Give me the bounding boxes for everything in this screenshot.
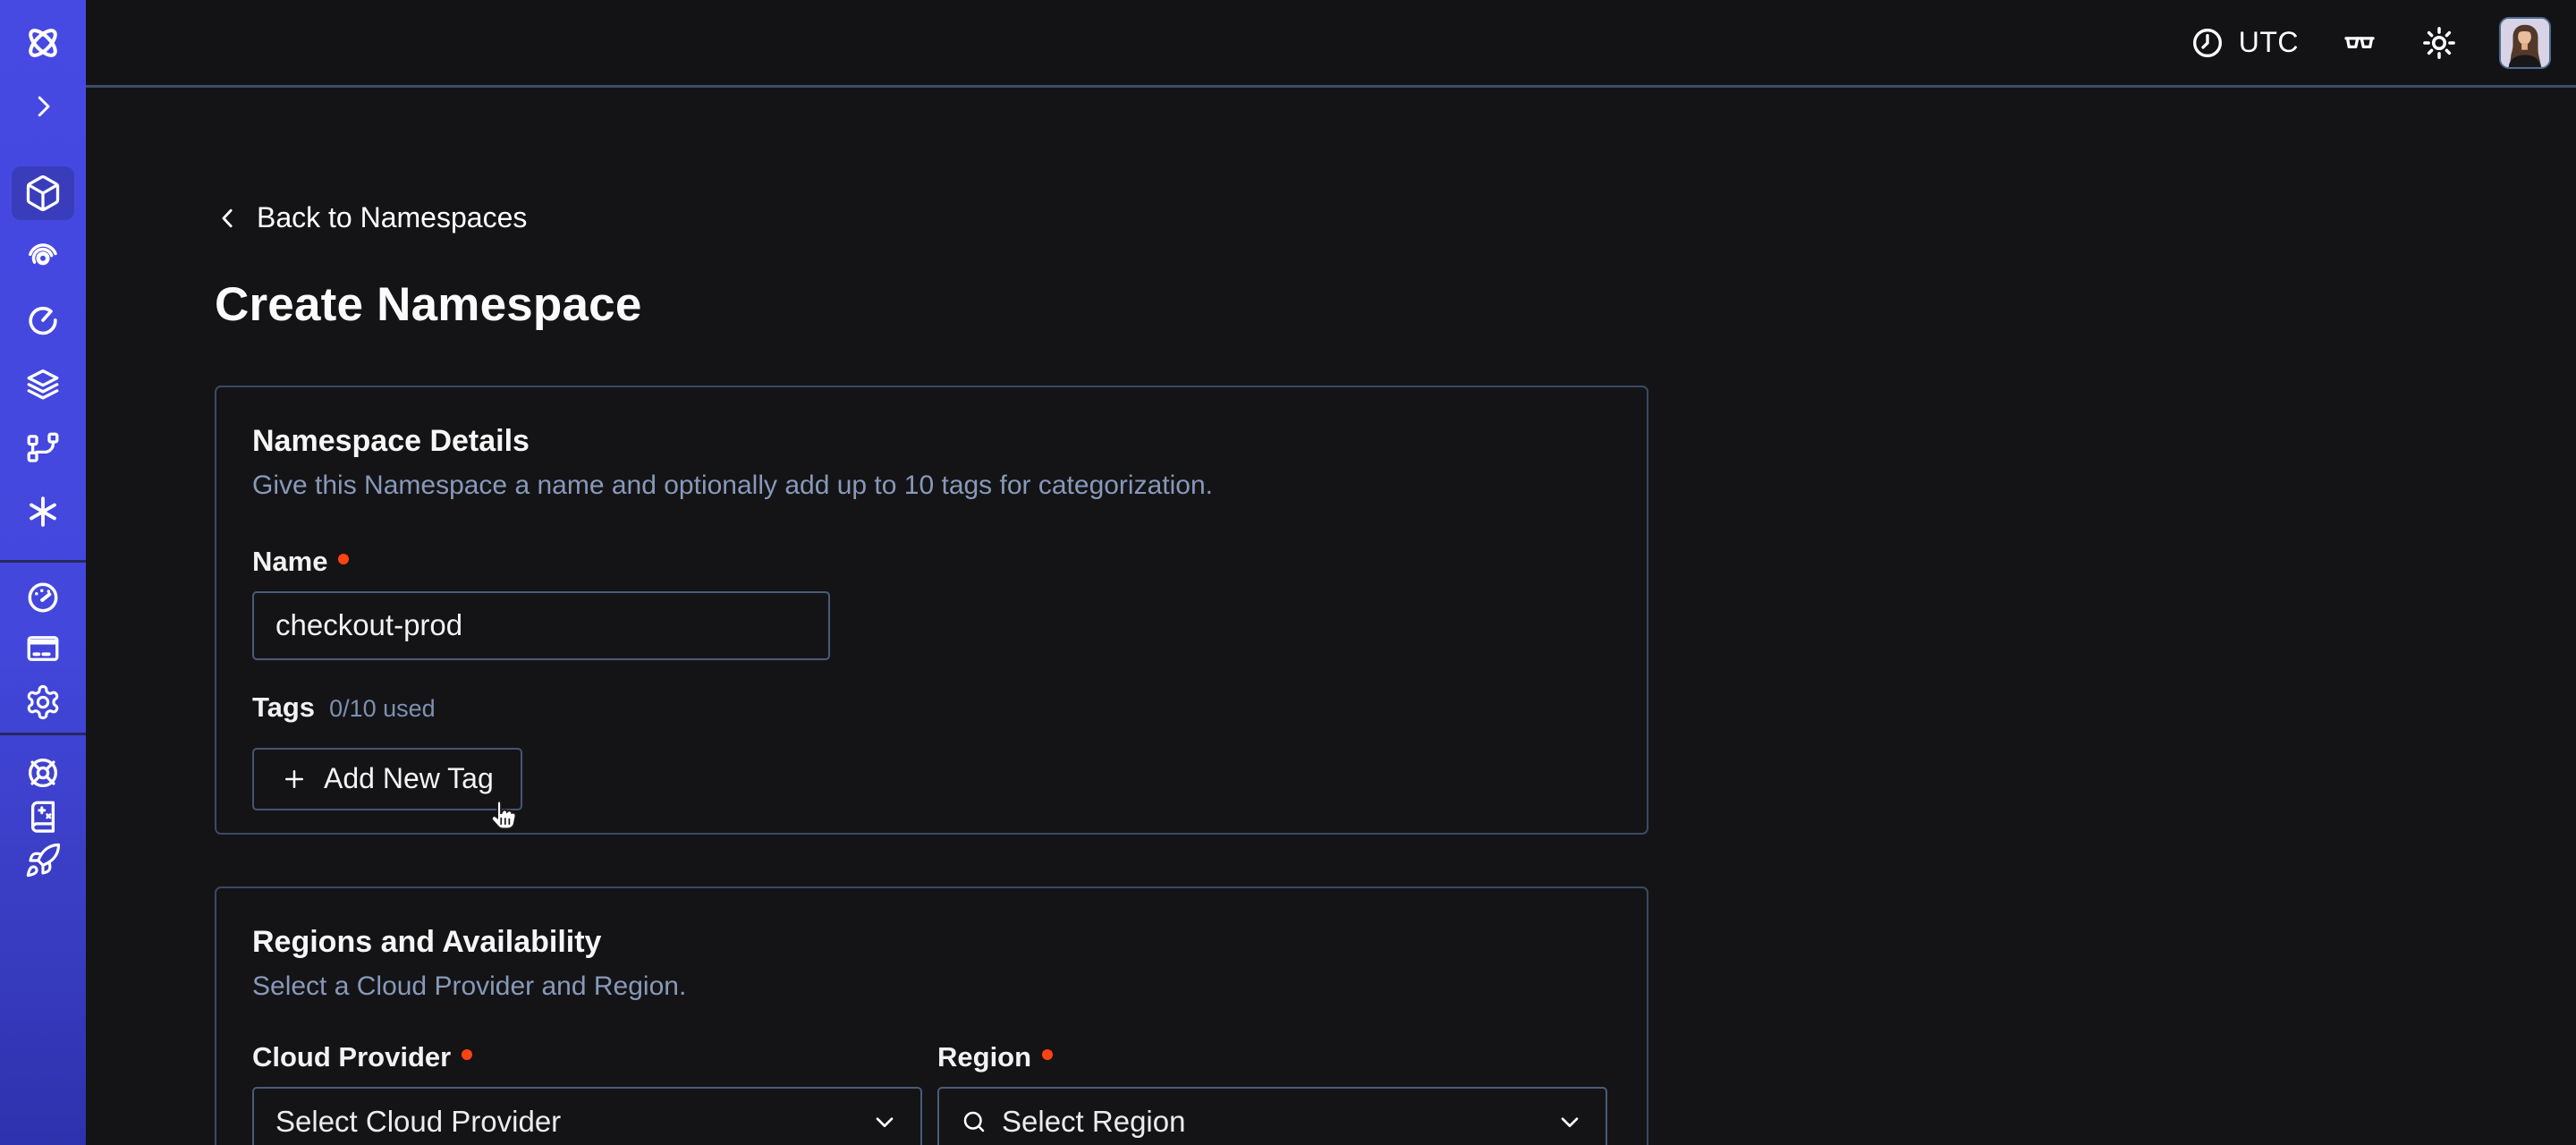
support-lifebuoy-icon	[24, 754, 62, 792]
expand-sidebar-chevron-icon[interactable]	[0, 89, 86, 124]
deployments-layers-icon	[24, 366, 62, 403]
back-to-namespaces-link[interactable]: Back to Namespaces	[215, 201, 527, 234]
create-namespace-page: UTC	[0, 0, 2576, 1145]
sidebar-divider	[0, 733, 86, 735]
search-icon	[961, 1108, 987, 1135]
glasses-icon	[2340, 23, 2379, 63]
card-title: Regions and Availability	[252, 922, 1607, 962]
topbar: UTC	[86, 0, 2576, 88]
sidebar-item-getting-started[interactable]	[0, 841, 86, 880]
add-new-tag-button[interactable]: Add New Tag	[252, 748, 522, 810]
tags-counter: 0/10 used	[329, 695, 436, 723]
sidebar-item-billing[interactable]	[0, 629, 86, 668]
workflows-spiral-icon	[24, 238, 62, 276]
namespace-details-card: Namespace Details Give this Namespace a …	[215, 386, 1648, 835]
chevron-down-icon	[1555, 1107, 1584, 1136]
sidebar-divider	[0, 560, 86, 563]
main-content: Back to Namespaces Create Namespace Name…	[86, 90, 2576, 1145]
region-field: Region Select Region	[937, 1040, 1607, 1145]
sidebar-item-namespaces[interactable]	[0, 166, 86, 220]
cloud-provider-label: Cloud Provider	[252, 1040, 451, 1074]
namespace-name-input[interactable]	[252, 591, 830, 660]
pipelines-branch-icon	[24, 429, 62, 467]
cloud-provider-field: Cloud Provider Select Cloud Provider	[252, 1040, 922, 1145]
sidebar-item-nexus[interactable]	[0, 492, 86, 531]
nexus-asterisk-icon	[24, 493, 62, 530]
sidebar-item-deployments[interactable]	[0, 365, 86, 404]
add-new-tag-label: Add New Tag	[324, 762, 494, 795]
required-dot	[1042, 1049, 1053, 1060]
docs-book-icon	[24, 798, 62, 835]
sidebar-item-usage[interactable]	[0, 578, 86, 617]
timezone-selector[interactable]: UTC	[2190, 25, 2299, 61]
theme-toggle-button[interactable]	[2420, 24, 2458, 62]
billing-card-icon	[24, 630, 62, 667]
settings-gear-icon	[24, 683, 62, 721]
chevron-left-icon	[215, 205, 242, 232]
avatar-image	[2501, 19, 2549, 67]
region-select[interactable]: Select Region	[937, 1087, 1607, 1145]
schedules-timer-icon	[24, 301, 62, 339]
card-subtitle: Give this Namespace a name and optionall…	[252, 468, 1607, 504]
cloud-provider-placeholder: Select Cloud Provider	[275, 1105, 561, 1139]
back-link-label: Back to Namespaces	[257, 201, 527, 234]
namespaces-cube-icon	[23, 174, 63, 213]
temporal-logo-icon[interactable]	[0, 23, 86, 63]
regions-availability-card: Regions and Availability Select a Cloud …	[215, 886, 1648, 1145]
sidebar	[0, 0, 86, 1145]
sidebar-item-settings[interactable]	[0, 683, 86, 722]
sidebar-item-schedules[interactable]	[0, 301, 86, 340]
timezone-label: UTC	[2239, 26, 2299, 59]
user-avatar[interactable]	[2499, 17, 2551, 69]
card-subtitle: Select a Cloud Provider and Region.	[252, 969, 1607, 1005]
sidebar-item-workflows[interactable]	[0, 237, 86, 276]
required-dot	[338, 554, 349, 564]
region-placeholder: Select Region	[1002, 1105, 1185, 1139]
tags-label: Tags	[252, 691, 315, 725]
region-label: Region	[937, 1040, 1031, 1074]
card-title: Namespace Details	[252, 421, 1607, 461]
page-title: Create Namespace	[215, 277, 1648, 332]
getting-started-rocket-icon	[24, 842, 62, 879]
clock-icon	[2190, 25, 2225, 61]
usage-gauge-icon	[24, 579, 62, 616]
required-dot	[462, 1049, 472, 1060]
name-field-label: Name	[252, 545, 327, 579]
sidebar-item-docs[interactable]	[0, 797, 86, 836]
sun-icon	[2420, 24, 2458, 62]
plus-icon	[281, 766, 308, 793]
sidebar-item-pipelines[interactable]	[0, 428, 86, 468]
cloud-provider-select[interactable]: Select Cloud Provider	[252, 1087, 922, 1145]
chevron-down-icon	[870, 1107, 899, 1136]
sidebar-item-support[interactable]	[0, 753, 86, 793]
labs-toggle-button[interactable]	[2340, 23, 2379, 63]
